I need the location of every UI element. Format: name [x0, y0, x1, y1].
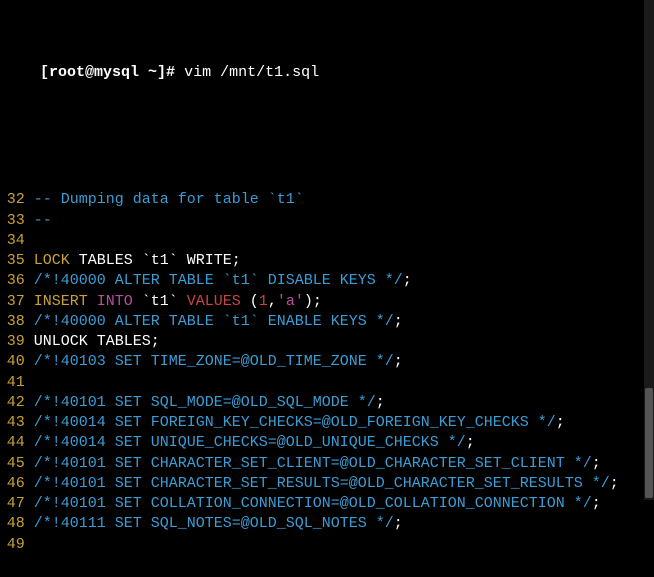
code-line[interactable]: 39 UNLOCK TABLES; [4, 332, 650, 352]
line-content[interactable]: /*!40111 SET SQL_NOTES=@OLD_SQL_NOTES */… [34, 514, 650, 534]
code-line[interactable]: 46 /*!40101 SET CHARACTER_SET_RESULTS=@OL… [4, 474, 650, 494]
shell-prompt-line: [root@mysql ~]# vim /mnt/t1.sql [4, 43, 650, 104]
line-number: 45 [4, 454, 25, 474]
line-number: 33 [4, 211, 25, 231]
code-line[interactable]: 36 /*!40000 ALTER TABLE `t1` DISABLE KEYS… [4, 271, 650, 291]
token: ; [394, 353, 403, 370]
token: VALUES [187, 293, 241, 310]
token: `t1` [133, 293, 187, 310]
code-line[interactable]: 41 [4, 373, 650, 393]
line-number: 47 [4, 494, 25, 514]
code-line[interactable]: 37 INSERT INTO `t1` VALUES (1,'a'); [4, 292, 650, 312]
token: /*!40000 ALTER TABLE `t1` DISABLE KEYS *… [34, 272, 403, 289]
code-line[interactable]: 38 /*!40000 ALTER TABLE `t1` ENABLE KEYS … [4, 312, 650, 332]
token: INTO [97, 293, 133, 310]
token: 'a' [277, 293, 304, 310]
code-line[interactable]: 43 /*!40014 SET FOREIGN_KEY_CHECKS=@OLD_F… [4, 413, 650, 433]
token: -- Dumping data for table `t1` [34, 191, 304, 208]
code-line[interactable]: 42 /*!40101 SET SQL_MODE=@OLD_SQL_MODE */… [4, 393, 650, 413]
token: ( [241, 293, 259, 310]
line-number: 41 [4, 373, 25, 393]
token: /*!40000 ALTER TABLE `t1` ENABLE KEYS */ [34, 313, 394, 330]
line-number: 37 [4, 292, 25, 312]
code-line[interactable]: 32 -- Dumping data for table `t1` [4, 190, 650, 210]
code-line[interactable]: 33 -- [4, 211, 650, 231]
token: /*!40103 SET TIME_ZONE=@OLD_TIME_ZONE */ [34, 353, 394, 370]
line-number: 39 [4, 332, 25, 352]
token: /*!40101 SET SQL_MODE=@OLD_SQL_MODE */ [34, 394, 376, 411]
terminal[interactable]: [root@mysql ~]# vim /mnt/t1.sql 32 -- Dum… [0, 0, 654, 577]
line-content[interactable]: /*!40101 SET CHARACTER_SET_CLIENT=@OLD_C… [34, 454, 650, 474]
line-content[interactable]: /*!40101 SET SQL_MODE=@OLD_SQL_MODE */; [34, 393, 650, 413]
token: UNLOCK TABLES; [34, 333, 160, 350]
token: /*!40014 SET UNIQUE_CHECKS=@OLD_UNIQUE_C… [34, 434, 466, 451]
token: ; [466, 434, 475, 451]
token: ; [556, 414, 565, 431]
token: ; [592, 455, 601, 472]
code-line[interactable]: 45 /*!40101 SET CHARACTER_SET_CLIENT=@OLD… [4, 454, 650, 474]
token: ; [394, 313, 403, 330]
code-line[interactable]: 47 /*!40101 SET COLLATION_CONNECTION=@OLD… [4, 494, 650, 514]
line-content[interactable]: -- [34, 211, 650, 231]
line-content[interactable]: /*!40103 SET TIME_ZONE=@OLD_TIME_ZONE */… [34, 352, 650, 372]
code-line[interactable]: 49 [4, 535, 650, 555]
line-number: 42 [4, 393, 25, 413]
editor-content[interactable]: 32 -- Dumping data for table `t1` 33 -- 3435… [4, 190, 650, 555]
code-line[interactable]: 48 /*!40111 SET SQL_NOTES=@OLD_SQL_NOTES … [4, 514, 650, 534]
token: ; [610, 475, 619, 492]
scrollbar-thumb[interactable] [645, 388, 653, 498]
line-content[interactable]: /*!40014 SET FOREIGN_KEY_CHECKS=@OLD_FOR… [34, 413, 650, 433]
token: TABLES `t1` WRITE; [70, 252, 241, 269]
line-number: 38 [4, 312, 25, 332]
line-number: 46 [4, 474, 25, 494]
code-line[interactable]: 35 LOCK TABLES `t1` WRITE; [4, 251, 650, 271]
token: ); [304, 293, 322, 310]
line-content[interactable]: UNLOCK TABLES; [34, 332, 650, 352]
token: /*!40014 SET FOREIGN_KEY_CHECKS=@OLD_FOR… [34, 414, 556, 431]
line-number: 44 [4, 433, 25, 453]
token [88, 293, 97, 310]
line-number: 49 [4, 535, 25, 555]
token: -- [34, 212, 52, 229]
line-number: 34 [4, 231, 25, 251]
token: /*!40101 SET CHARACTER_SET_RESULTS=@OLD_… [34, 475, 610, 492]
line-content[interactable]: INSERT INTO `t1` VALUES (1,'a'); [34, 292, 650, 312]
line-content[interactable]: /*!40000 ALTER TABLE `t1` DISABLE KEYS *… [34, 271, 650, 291]
token: LOCK [34, 252, 70, 269]
line-content[interactable]: /*!40000 ALTER TABLE `t1` ENABLE KEYS */… [34, 312, 650, 332]
line-content[interactable]: /*!40101 SET COLLATION_CONNECTION=@OLD_C… [34, 494, 650, 514]
token: ; [592, 495, 601, 512]
line-number: 32 [4, 190, 25, 210]
token: ; [376, 394, 385, 411]
token: /*!40101 SET COLLATION_CONNECTION=@OLD_C… [34, 495, 592, 512]
line-number: 35 [4, 251, 25, 271]
code-line[interactable]: 40 /*!40103 SET TIME_ZONE=@OLD_TIME_ZONE … [4, 352, 650, 372]
shell-prompt: [root@mysql ~]# [40, 64, 175, 81]
line-content[interactable]: /*!40101 SET CHARACTER_SET_RESULTS=@OLD_… [34, 474, 650, 494]
token: ; [403, 272, 412, 289]
token: , [268, 293, 277, 310]
shell-command: vim /mnt/t1.sql [184, 64, 319, 81]
line-content[interactable]: LOCK TABLES `t1` WRITE; [34, 251, 650, 271]
scrollbar-track[interactable] [644, 0, 654, 500]
line-number: 40 [4, 352, 25, 372]
line-number: 48 [4, 514, 25, 534]
token: ; [394, 515, 403, 532]
token: /*!40101 SET CHARACTER_SET_CLIENT=@OLD_C… [34, 455, 592, 472]
line-number: 43 [4, 413, 25, 433]
token: INSERT [34, 293, 88, 310]
line-content[interactable]: -- Dumping data for table `t1` [34, 190, 650, 210]
code-line[interactable]: 44 /*!40014 SET UNIQUE_CHECKS=@OLD_UNIQUE… [4, 433, 650, 453]
line-number: 36 [4, 271, 25, 291]
token: 1 [259, 293, 268, 310]
token: /*!40111 SET SQL_NOTES=@OLD_SQL_NOTES */ [34, 515, 394, 532]
code-line[interactable]: 34 [4, 231, 650, 251]
line-content[interactable]: /*!40014 SET UNIQUE_CHECKS=@OLD_UNIQUE_C… [34, 433, 650, 453]
